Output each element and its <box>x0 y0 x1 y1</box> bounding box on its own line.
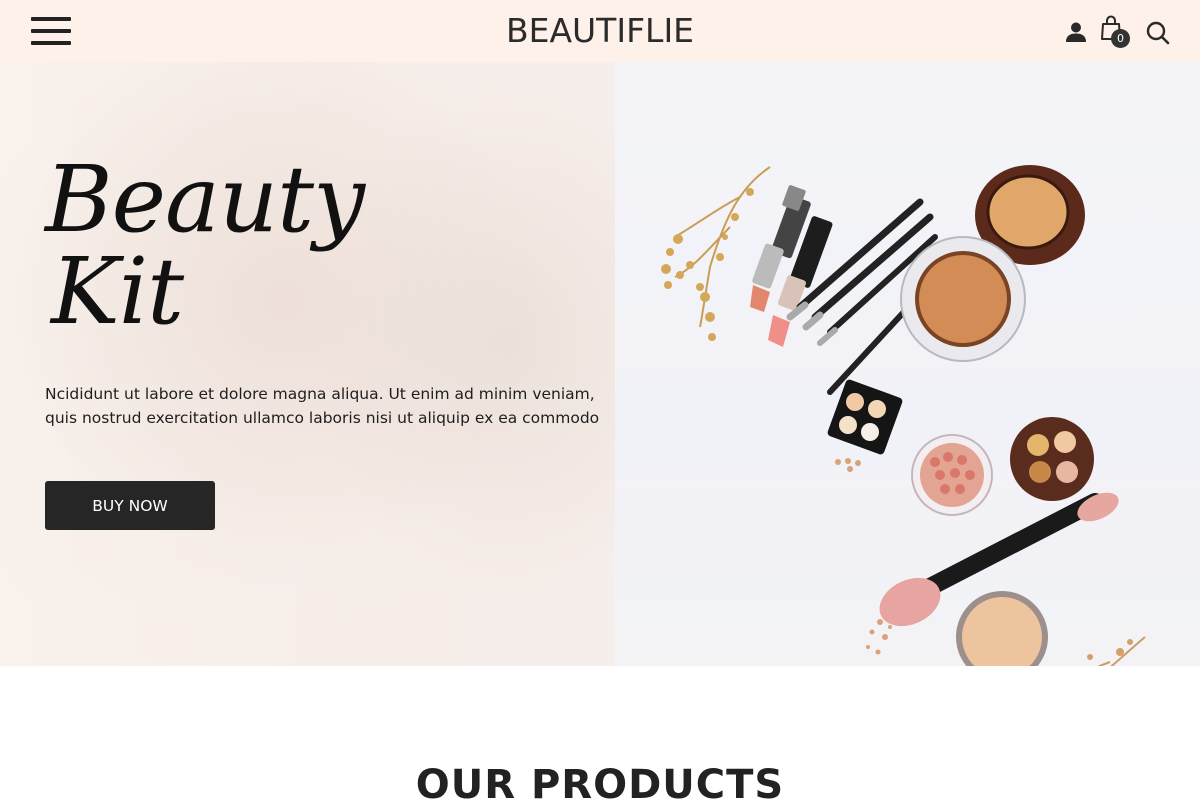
blush-pearls-icon <box>911 434 993 516</box>
brand-logo[interactable]: BEAUTIFLIE <box>0 10 1200 52</box>
section-title-our-products: OUR PRODUCTS <box>415 762 785 808</box>
shopping-bag-icon[interactable]: 0 <box>1099 15 1133 49</box>
powder-compact-icon <box>900 236 1026 362</box>
buy-now-button[interactable]: BUY NOW <box>45 481 215 530</box>
hero-description: Ncididunt ut labore et dolore magna aliq… <box>45 385 600 427</box>
site-header: BEAUTIFLIE 0 <box>0 0 1200 62</box>
hero-title-line1: Beauty <box>45 146 365 253</box>
hero-title: Beauty Kit <box>45 146 365 345</box>
search-icon[interactable] <box>1146 21 1170 45</box>
eyeshadow-palette-icon <box>827 379 903 455</box>
hero-banner: Beauty Kit Ncididunt ut labore et dolore… <box>0 62 1200 666</box>
hero-title-line2: Kit <box>51 238 184 345</box>
brand-name[interactable]: BEAUTIFLIE <box>506 10 694 52</box>
user-icon[interactable] <box>1065 21 1087 43</box>
pressed-powder-icon <box>956 591 1048 666</box>
cosmetics-product-image <box>661 165 1146 666</box>
bronze-eyeshadow-icon <box>1010 417 1094 501</box>
cart-count-badge: 0 <box>1111 29 1130 48</box>
